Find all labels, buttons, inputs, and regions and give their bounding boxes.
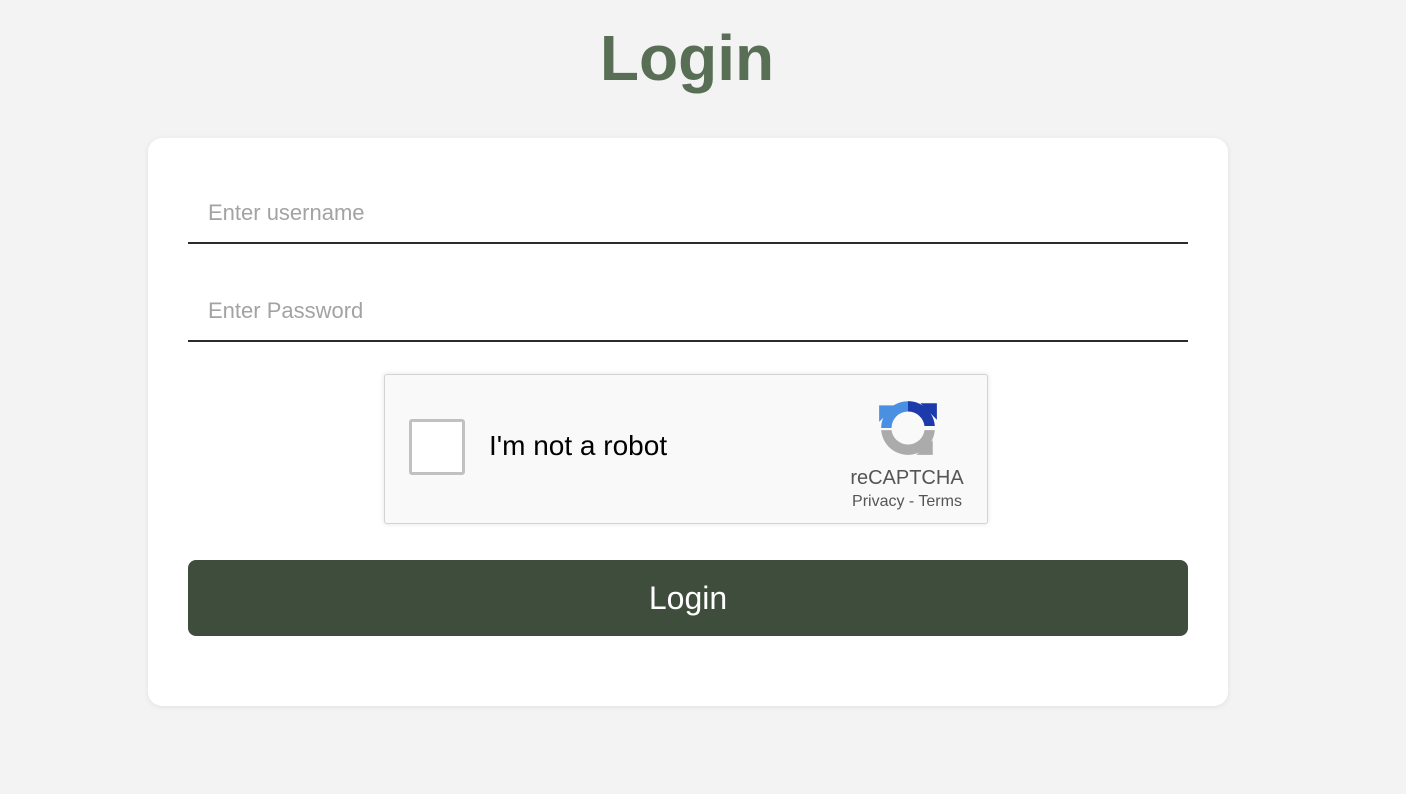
recaptcha-checkbox[interactable] (409, 419, 465, 475)
password-input[interactable] (188, 282, 1188, 342)
recaptcha-brand: reCAPTCHA (850, 467, 964, 489)
terms-link[interactable]: Terms (918, 493, 962, 510)
page-title: Login (599, 22, 775, 94)
links-separator: - (908, 493, 915, 510)
recaptcha-logo-icon (879, 401, 937, 455)
privacy-link[interactable]: Privacy (852, 493, 904, 510)
username-input[interactable] (188, 184, 1188, 244)
recaptcha-links: Privacy - Terms (825, 493, 989, 511)
login-button[interactable]: Login (188, 560, 1188, 636)
recaptcha-widget: I'm not a robot reCAPTCHA Privacy - Term… (384, 374, 988, 524)
login-card: I'm not a robot reCAPTCHA Privacy - Term… (148, 138, 1228, 706)
recaptcha-label: I'm not a robot (489, 430, 668, 461)
